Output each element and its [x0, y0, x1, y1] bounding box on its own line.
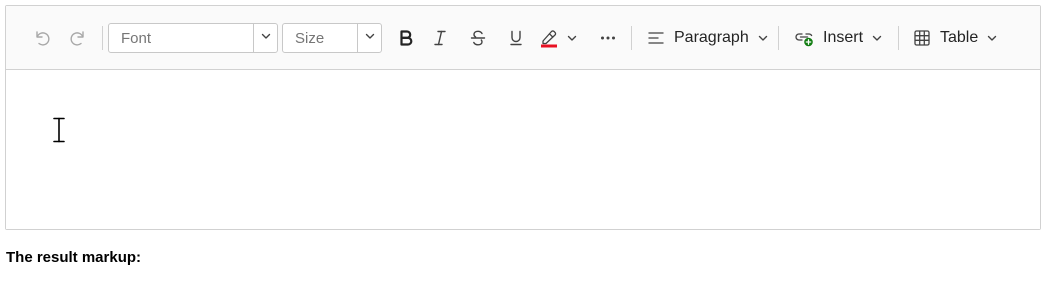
result-markup-heading: The result markup: [6, 249, 142, 266]
text-align-left-icon [646, 28, 666, 48]
font-family-dropdown-button[interactable] [253, 24, 277, 52]
paragraph-format-button[interactable]: Paragraph [640, 22, 770, 54]
chevron-down-icon [566, 32, 578, 44]
table-menu-button[interactable]: Table [906, 22, 1006, 54]
chevron-down-icon [986, 32, 998, 44]
font-family-select[interactable]: Font [108, 23, 278, 53]
toolbar-divider [102, 26, 103, 50]
toolbar-divider [631, 26, 632, 50]
insert-menu-button[interactable]: Insert [787, 22, 893, 54]
highlight-color-button[interactable] [538, 22, 584, 54]
strikethrough-button[interactable] [464, 22, 492, 54]
font-family-placeholder: Font [121, 29, 152, 47]
font-size-placeholder: Size [295, 29, 325, 47]
underline-button[interactable] [502, 22, 530, 54]
font-size-select[interactable]: Size [282, 23, 382, 53]
chevron-down-icon [871, 32, 883, 44]
strikethrough-icon [468, 28, 488, 48]
bold-icon [396, 28, 416, 48]
link-add-icon [793, 27, 815, 49]
redo-button[interactable] [66, 22, 90, 54]
paragraph-format-label: Paragraph [674, 29, 749, 46]
editor-content-area[interactable] [6, 71, 1040, 229]
more-options-button[interactable] [594, 22, 622, 54]
undo-button[interactable] [30, 22, 54, 54]
bold-button[interactable] [392, 22, 420, 54]
insert-menu-label: Insert [823, 29, 864, 46]
editor-toolbar: Font Size Paragraph Insert Table [6, 6, 1040, 70]
chevron-down-icon [364, 29, 376, 47]
rich-text-editor: Font Size Paragraph Insert Table [5, 5, 1041, 230]
font-size-dropdown-button[interactable] [357, 24, 381, 52]
table-icon [912, 28, 932, 48]
italic-icon [430, 28, 450, 48]
chevron-down-icon [260, 29, 272, 47]
text-cursor-icon [52, 117, 66, 148]
highlighter-icon [538, 27, 560, 49]
toolbar-divider [778, 26, 779, 50]
underline-icon [506, 28, 526, 48]
more-horizontal-icon [598, 28, 618, 48]
italic-button[interactable] [426, 22, 454, 54]
toolbar-divider [898, 26, 899, 50]
undo-icon [32, 28, 52, 48]
redo-icon [68, 28, 88, 48]
table-menu-label: Table [940, 29, 979, 46]
chevron-down-icon [757, 32, 769, 44]
